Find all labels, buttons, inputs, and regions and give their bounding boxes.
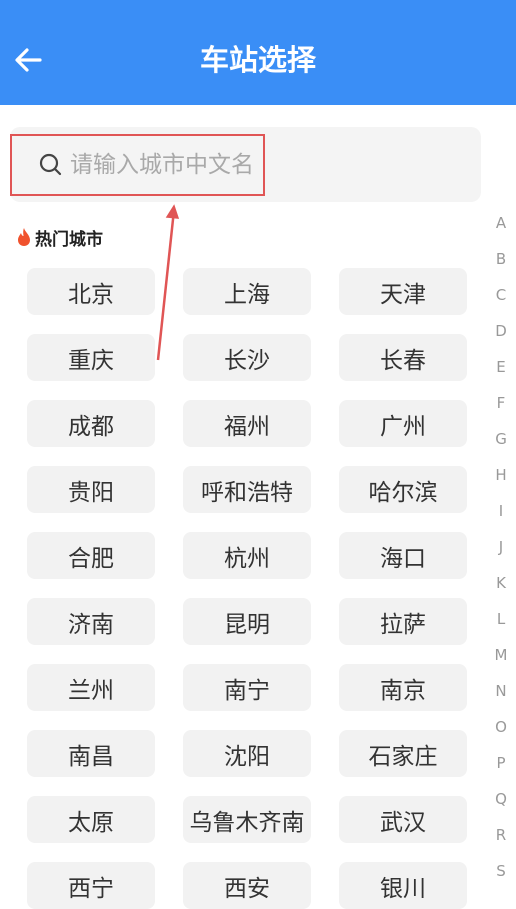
city-button[interactable]: 北京 — [27, 268, 155, 315]
city-button[interactable]: 长春 — [339, 334, 467, 381]
city-button[interactable]: 石家庄 — [339, 730, 467, 777]
city-button[interactable]: 天津 — [339, 268, 467, 315]
index-letter[interactable]: L — [488, 607, 514, 643]
index-letter[interactable]: G — [488, 427, 514, 463]
city-button[interactable]: 成都 — [27, 400, 155, 447]
annotation-highlight-box — [10, 134, 265, 196]
hot-cities-label: 热门城市 — [35, 229, 103, 250]
page-title: 车站选择 — [199, 43, 316, 77]
city-grid: 北京 上海 天津重庆 长沙 长春成都 福州 广州贵阳 呼和浩特 哈尔滨合肥 杭州 海口济南 昆明 拉萨兰… — [27, 268, 467, 909]
city-button[interactable]: 南京 — [339, 664, 467, 711]
index-letter[interactable]: R — [488, 823, 514, 859]
index-letter[interactable]: C — [488, 283, 514, 319]
city-button[interactable]: 武汉 — [339, 796, 467, 843]
city-button[interactable]: 沈阳 — [183, 730, 311, 777]
city-button[interactable]: 广州 — [339, 400, 467, 447]
fire-icon — [18, 228, 30, 246]
city-button[interactable]: 拉萨 — [339, 598, 467, 645]
city-button[interactable]: 西安 — [183, 862, 311, 909]
city-button[interactable]: 银川 — [339, 862, 467, 909]
index-letter[interactable]: B — [488, 247, 514, 283]
index-letter[interactable]: J — [488, 535, 514, 571]
index-letter[interactable]: K — [488, 571, 514, 607]
city-button[interactable]: 哈尔滨 — [339, 466, 467, 513]
city-button[interactable]: 昆明 — [183, 598, 311, 645]
index-letter[interactable]: A — [488, 211, 514, 247]
city-button[interactable]: 海口 — [339, 532, 467, 579]
city-button[interactable]: 南昌 — [27, 730, 155, 777]
city-button[interactable]: 太原 — [27, 796, 155, 843]
city-button[interactable]: 呼和浩特 — [183, 466, 311, 513]
city-button[interactable]: 重庆 — [27, 334, 155, 381]
city-button[interactable]: 兰州 — [27, 664, 155, 711]
index-letter[interactable]: I — [488, 499, 514, 535]
alphabet-index[interactable]: ABCDEFGHIJKLMNOPQRS — [488, 211, 514, 895]
index-letter[interactable]: N — [488, 679, 514, 715]
city-button[interactable]: 西宁 — [27, 862, 155, 909]
index-letter[interactable]: F — [488, 391, 514, 427]
hot-cities-title: 热门城市 — [16, 225, 103, 250]
city-button[interactable]: 长沙 — [183, 334, 311, 381]
city-button[interactable]: 福州 — [183, 400, 311, 447]
city-button[interactable]: 杭州 — [183, 532, 311, 579]
header-bar: 车站选择 — [0, 0, 516, 105]
index-letter[interactable]: O — [488, 715, 514, 751]
index-letter[interactable]: Q — [488, 787, 514, 823]
index-letter[interactable]: M — [488, 643, 514, 679]
index-letter[interactable]: H — [488, 463, 514, 499]
index-letter[interactable]: D — [488, 319, 514, 355]
city-button[interactable]: 济南 — [27, 598, 155, 645]
index-letter[interactable]: P — [488, 751, 514, 787]
city-button[interactable]: 乌鲁木齐南 — [183, 796, 311, 843]
index-letter[interactable]: E — [488, 355, 514, 391]
city-button[interactable]: 南宁 — [183, 664, 311, 711]
city-button[interactable]: 合肥 — [27, 532, 155, 579]
city-button[interactable]: 上海 — [183, 268, 311, 315]
city-button[interactable]: 贵阳 — [27, 466, 155, 513]
index-letter[interactable]: S — [488, 859, 514, 895]
